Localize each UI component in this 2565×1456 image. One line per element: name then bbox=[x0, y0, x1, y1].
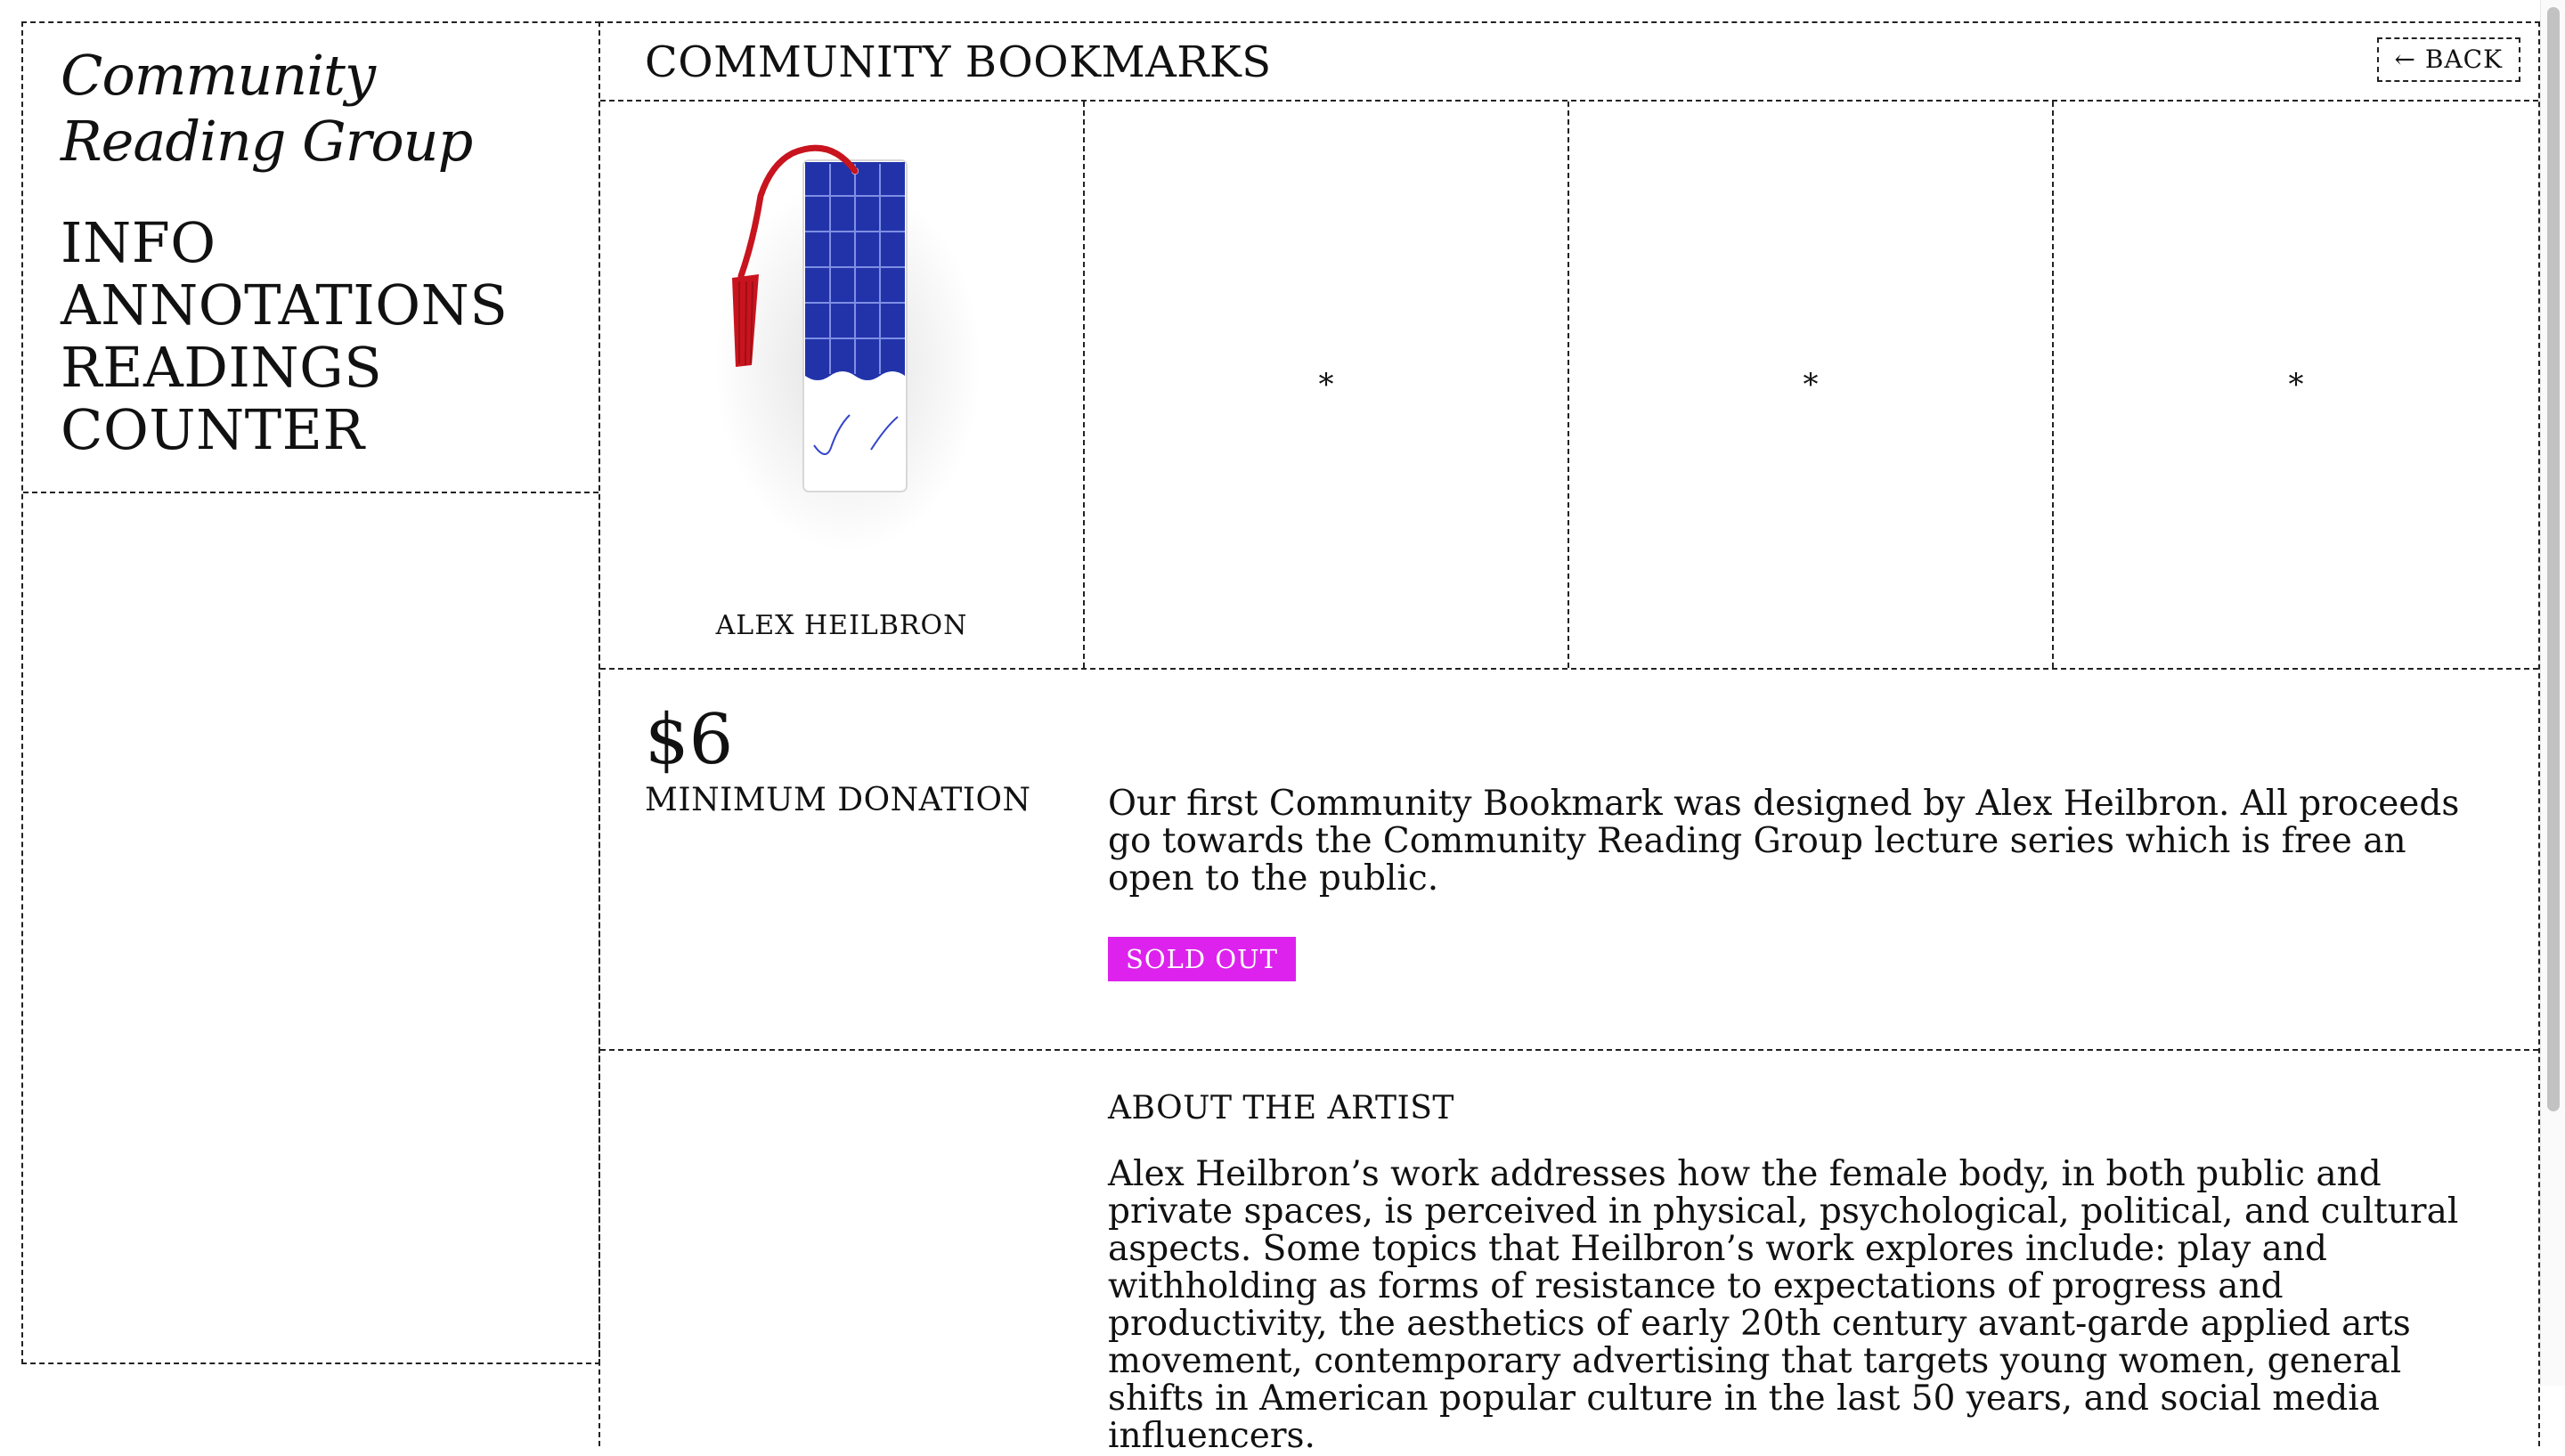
gallery-cell-placeholder[interactable]: * bbox=[1569, 102, 2054, 668]
about-text: Alex Heilbron’s work addresses how the f… bbox=[1108, 1154, 2459, 1456]
placeholder-star: * bbox=[1803, 367, 1819, 403]
placeholder-star: * bbox=[2288, 367, 2304, 403]
about-heading: ABOUT THE ARTIST bbox=[1108, 1090, 1454, 1127]
gallery-cell-placeholder[interactable]: * bbox=[2054, 102, 2538, 668]
image-gallery: ALEX HEILBRON * * * bbox=[600, 102, 2538, 670]
main-content: COMMUNITY BOOKMARKS ← BACK ALEX HEILBRON… bbox=[598, 21, 2540, 1455]
page-header: COMMUNITY BOOKMARKS ← BACK bbox=[600, 23, 2538, 102]
back-button[interactable]: ← BACK bbox=[2376, 37, 2520, 82]
brand-line-1: Community bbox=[61, 43, 376, 108]
brand-line-2: Reading Group bbox=[61, 109, 473, 174]
about-artist-section: ABOUT THE ARTIST Alex Heilbron’s work ad… bbox=[600, 1051, 2538, 1455]
bookmark-image[interactable] bbox=[696, 142, 981, 552]
nav-item-info[interactable]: INFO bbox=[61, 212, 598, 274]
scrollbar-thumb[interactable] bbox=[2547, 7, 2560, 1111]
nav-item-readings[interactable]: READINGS bbox=[61, 337, 598, 399]
nav-item-counter[interactable]: COUNTER bbox=[61, 399, 598, 461]
placeholder-star: * bbox=[1318, 367, 1334, 403]
artist-caption: ALEX HEILBRON bbox=[715, 610, 968, 641]
sold-out-button[interactable]: SOLD OUT bbox=[1108, 937, 1296, 981]
price-label: MINIMUM DONATION bbox=[645, 782, 1031, 818]
sidebar-header: Community Reading Group INFO ANNOTATIONS… bbox=[23, 23, 598, 493]
gallery-cell-main[interactable]: ALEX HEILBRON bbox=[600, 102, 1085, 668]
sidebar: Community Reading Group INFO ANNOTATIONS… bbox=[21, 21, 600, 1364]
nav-item-annotations[interactable]: ANNOTATIONS bbox=[61, 274, 598, 337]
price: $6 bbox=[645, 700, 734, 780]
product-description: Our first Community Bookmark was designe… bbox=[1108, 784, 2460, 899]
main-nav: INFO ANNOTATIONS READINGS COUNTER bbox=[61, 212, 598, 461]
gallery-cell-placeholder[interactable]: * bbox=[1085, 102, 1569, 668]
site-logo[interactable]: Community Reading Group bbox=[61, 43, 598, 175]
scrollbar[interactable] bbox=[2540, 0, 2565, 1386]
price-section: $6 MINIMUM DONATION Our first Community … bbox=[600, 670, 2538, 1051]
page-title: COMMUNITY BOOKMARKS bbox=[645, 37, 1272, 87]
bookmark-illustration bbox=[714, 144, 981, 552]
